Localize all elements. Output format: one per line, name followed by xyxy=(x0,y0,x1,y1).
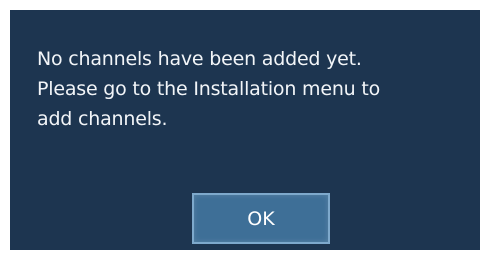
ok-button[interactable]: OK xyxy=(192,193,330,244)
message-line: Please go to the Installation menu to xyxy=(37,78,381,100)
ok-button-label: OK xyxy=(247,207,275,230)
no-channels-dialog: No channels have been added yet. Please … xyxy=(10,10,480,250)
message-line: No channels have been added yet. xyxy=(37,48,362,70)
message-line: add channels. xyxy=(37,108,168,130)
dialog-message: No channels have been added yet. Please … xyxy=(37,44,477,134)
